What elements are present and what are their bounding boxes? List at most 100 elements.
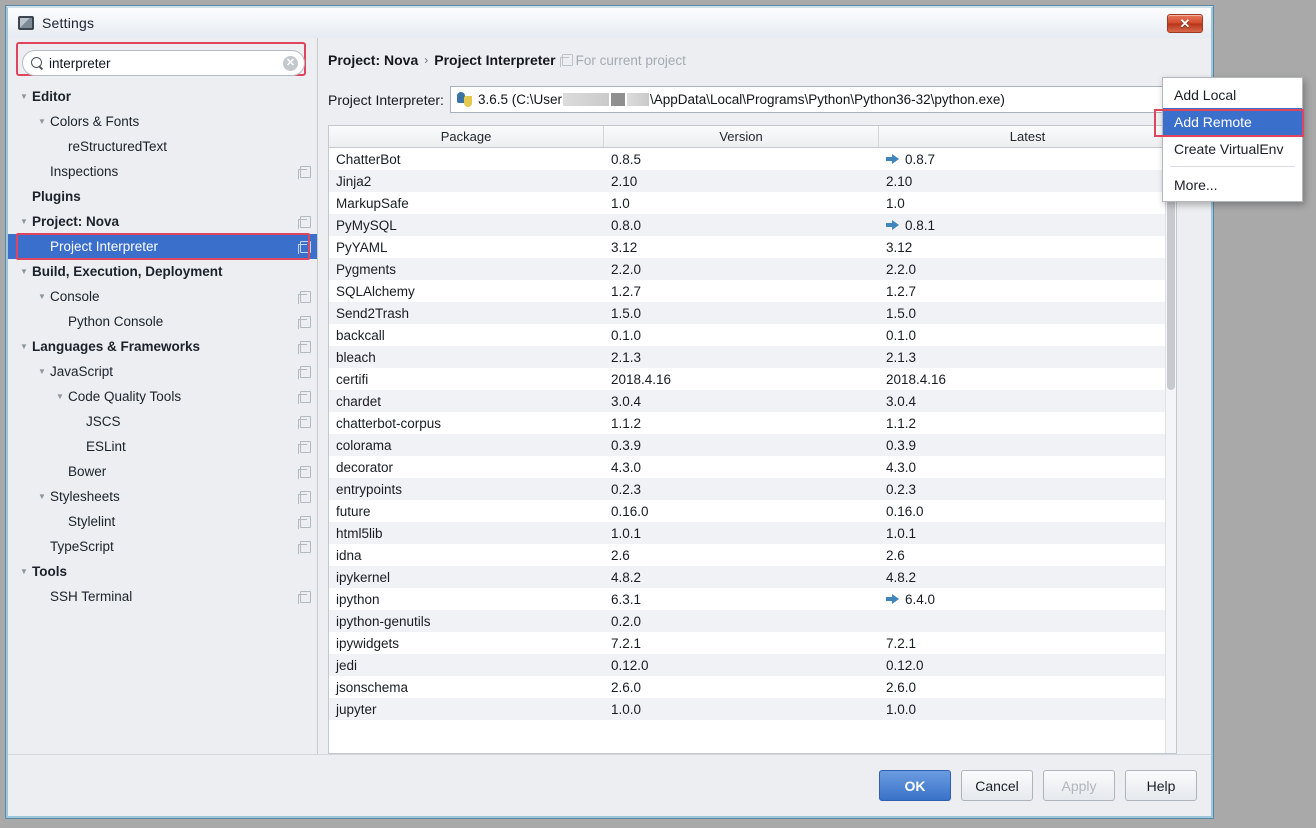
- copy-settings-icon[interactable]: [298, 465, 311, 479]
- copy-settings-icon[interactable]: [298, 365, 311, 379]
- table-row[interactable]: colorama 0.3.9 0.3.9: [329, 434, 1176, 456]
- copy-settings-icon[interactable]: [298, 240, 311, 254]
- table-row[interactable]: decorator 4.3.0 4.3.0: [329, 456, 1176, 478]
- sidebar-item-python-console[interactable]: Python Console: [8, 309, 317, 334]
- sidebar-item-javascript[interactable]: ▼ JavaScript: [8, 359, 317, 384]
- menu-item-more[interactable]: More...: [1163, 171, 1302, 198]
- interpreter-combobox[interactable]: 3.6.5 (C:\User \AppData\Local\Programs\Py…: [449, 86, 1205, 113]
- cell-latest-text: 1.1.2: [886, 415, 917, 431]
- table-row[interactable]: chardet 3.0.4 3.0.4: [329, 390, 1176, 412]
- sidebar-item-stylesheets[interactable]: ▼ Stylesheets: [8, 484, 317, 509]
- sidebar-item-typescript[interactable]: TypeScript: [8, 534, 317, 559]
- clear-search-icon[interactable]: ✕: [283, 55, 298, 71]
- sidebar-item-build-execution-deployment[interactable]: ▼ Build, Execution, Deployment: [8, 259, 317, 284]
- table-row[interactable]: ipykernel 4.8.2 4.8.2: [329, 566, 1176, 588]
- table-row[interactable]: chatterbot-corpus 1.1.2 1.1.2: [329, 412, 1176, 434]
- table-row[interactable]: idna 2.6 2.6: [329, 544, 1176, 566]
- table-row[interactable]: MarkupSafe 1.0 1.0: [329, 192, 1176, 214]
- upgrade-available-icon[interactable]: [886, 594, 899, 604]
- close-button[interactable]: ✕: [1167, 14, 1203, 33]
- cell-package: ipywidgets: [336, 635, 400, 651]
- copy-settings-icon[interactable]: [298, 315, 311, 329]
- sidebar-item-restructuredtext[interactable]: reStructuredText: [8, 134, 317, 159]
- chevron-down-icon[interactable]: ▼: [16, 217, 32, 226]
- apply-button[interactable]: Apply: [1043, 770, 1115, 801]
- ok-button[interactable]: OK: [879, 770, 951, 801]
- table-row[interactable]: jupyter 1.0.0 1.0.0: [329, 698, 1176, 720]
- cell-version: 7.2.1: [611, 635, 642, 651]
- sidebar-item-code-quality-tools[interactable]: ▼ Code Quality Tools: [8, 384, 317, 409]
- chevron-down-icon[interactable]: ▼: [16, 567, 32, 576]
- help-button[interactable]: Help: [1125, 770, 1197, 801]
- cell-package: decorator: [336, 459, 394, 475]
- table-row[interactable]: entrypoints 0.2.3 0.2.3: [329, 478, 1176, 500]
- column-header-package[interactable]: Package: [329, 126, 604, 147]
- sidebar-item-inspections[interactable]: Inspections: [8, 159, 317, 184]
- breadcrumb-project[interactable]: Project: Nova: [328, 52, 418, 68]
- sidebar-item-editor[interactable]: ▼ Editor: [8, 84, 317, 109]
- copy-settings-icon[interactable]: [298, 340, 311, 354]
- table-row[interactable]: future 0.16.0 0.16.0: [329, 500, 1176, 522]
- chevron-down-icon[interactable]: ▼: [34, 117, 50, 126]
- sidebar-item-jscs[interactable]: JSCS: [8, 409, 317, 434]
- menu-item-create-virtualenv[interactable]: Create VirtualEnv: [1163, 135, 1302, 162]
- cell-latest: 0.1.0: [879, 328, 1176, 343]
- search-box[interactable]: ✕: [22, 50, 305, 76]
- copy-settings-icon[interactable]: [298, 165, 311, 179]
- sidebar-item-project-nova[interactable]: ▼ Project: Nova: [8, 209, 317, 234]
- copy-settings-icon[interactable]: [298, 215, 311, 229]
- sidebar-item-console[interactable]: ▼ Console: [8, 284, 317, 309]
- table-row[interactable]: bleach 2.1.3 2.1.3: [329, 346, 1176, 368]
- sidebar-item-languages-frameworks[interactable]: ▼ Languages & Frameworks: [8, 334, 317, 359]
- table-row[interactable]: jsonschema 2.6.0 2.6.0: [329, 676, 1176, 698]
- table-row[interactable]: ipython-genutils 0.2.0: [329, 610, 1176, 632]
- chevron-down-icon[interactable]: ▼: [34, 492, 50, 501]
- table-row[interactable]: ChatterBot 0.8.5 0.8.7: [329, 148, 1176, 170]
- copy-settings-icon[interactable]: [298, 540, 311, 554]
- chevron-down-icon[interactable]: ▼: [52, 392, 68, 401]
- chevron-down-icon[interactable]: ▼: [34, 367, 50, 376]
- copy-settings-icon[interactable]: [298, 390, 311, 404]
- chevron-down-icon[interactable]: ▼: [16, 342, 32, 351]
- column-header-version[interactable]: Version: [604, 126, 879, 147]
- table-row[interactable]: Pygments 2.2.0 2.2.0: [329, 258, 1176, 280]
- sidebar-item-eslint[interactable]: ESLint: [8, 434, 317, 459]
- table-row[interactable]: Send2Trash 1.5.0 1.5.0: [329, 302, 1176, 324]
- sidebar-item-bower[interactable]: Bower: [8, 459, 317, 484]
- table-row[interactable]: certifi 2018.4.16 2018.4.16: [329, 368, 1176, 390]
- table-row[interactable]: PyYAML 3.12 3.12: [329, 236, 1176, 258]
- table-row[interactable]: SQLAlchemy 1.2.7 1.2.7: [329, 280, 1176, 302]
- table-row[interactable]: Jinja2 2.10 2.10: [329, 170, 1176, 192]
- menu-item-add-remote[interactable]: Add Remote: [1163, 108, 1302, 135]
- sidebar-item-tools[interactable]: ▼ Tools: [8, 559, 317, 584]
- column-header-latest[interactable]: Latest: [879, 126, 1176, 147]
- menu-item-add-local[interactable]: Add Local: [1163, 81, 1302, 108]
- table-row[interactable]: ipython 6.3.1 6.4.0: [329, 588, 1176, 610]
- cancel-button[interactable]: Cancel: [961, 770, 1033, 801]
- copy-settings-icon[interactable]: [298, 515, 311, 529]
- chevron-down-icon[interactable]: ▼: [16, 267, 32, 276]
- copy-settings-icon[interactable]: [298, 415, 311, 429]
- table-row[interactable]: ipywidgets 7.2.1 7.2.1: [329, 632, 1176, 654]
- sidebar-item-stylelint[interactable]: Stylelint: [8, 509, 317, 534]
- sidebar-item-ssh-terminal[interactable]: SSH Terminal: [8, 584, 317, 609]
- chevron-down-icon[interactable]: ▼: [16, 92, 32, 101]
- sidebar-item-label: Project: Nova: [32, 214, 120, 229]
- table-row[interactable]: jedi 0.12.0 0.12.0: [329, 654, 1176, 676]
- search-input[interactable]: [49, 55, 283, 71]
- cell-package: future: [336, 503, 371, 519]
- table-row[interactable]: PyMySQL 0.8.0 0.8.1: [329, 214, 1176, 236]
- copy-settings-icon[interactable]: [298, 490, 311, 504]
- table-row[interactable]: html5lib 1.0.1 1.0.1: [329, 522, 1176, 544]
- chevron-down-icon[interactable]: ▼: [34, 292, 50, 301]
- sidebar-item-plugins[interactable]: Plugins: [8, 184, 317, 209]
- copy-settings-icon[interactable]: [298, 290, 311, 304]
- upgrade-available-icon[interactable]: [886, 154, 899, 164]
- packages-scrollbar[interactable]: [1165, 148, 1176, 753]
- table-row[interactable]: backcall 0.1.0 0.1.0: [329, 324, 1176, 346]
- sidebar-item-colors-fonts[interactable]: ▼ Colors & Fonts: [8, 109, 317, 134]
- upgrade-available-icon[interactable]: [886, 220, 899, 230]
- copy-settings-icon[interactable]: [298, 440, 311, 454]
- sidebar-item-project-interpreter[interactable]: Project Interpreter: [8, 234, 317, 259]
- copy-settings-icon[interactable]: [298, 590, 311, 604]
